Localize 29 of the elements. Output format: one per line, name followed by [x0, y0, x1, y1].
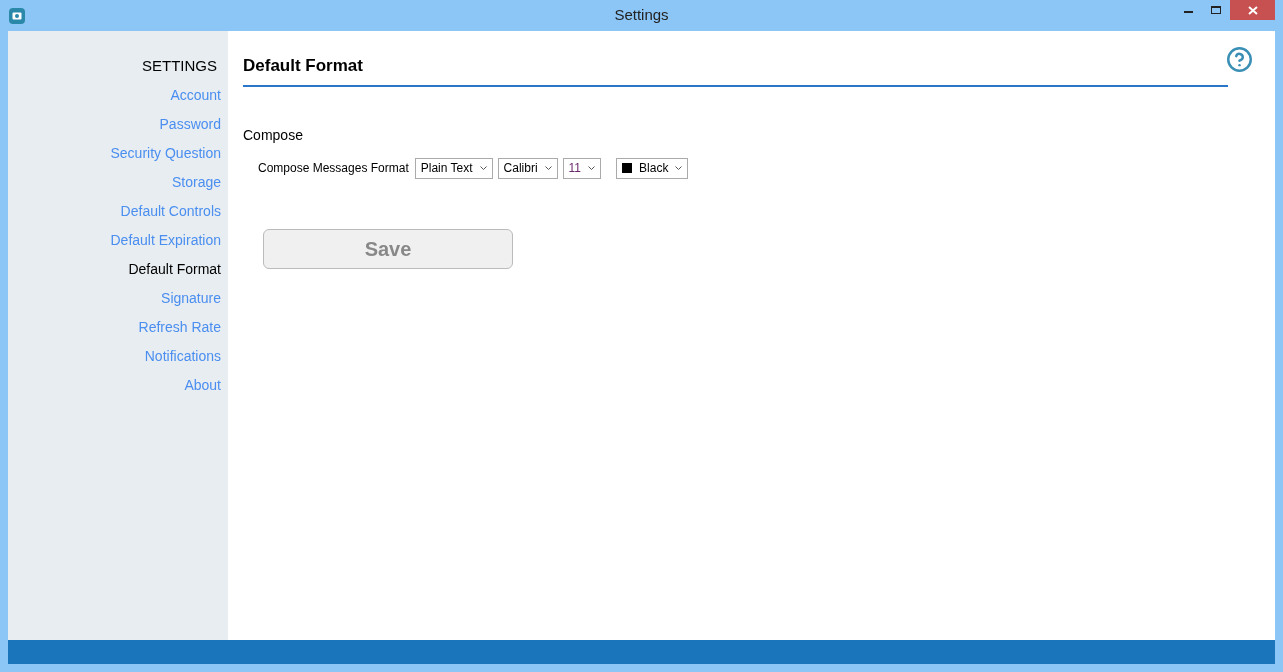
color-swatch-icon: [622, 163, 633, 173]
chevron-down-icon: [544, 165, 552, 171]
sidebar-item[interactable]: Password: [159, 115, 221, 133]
sidebar-item[interactable]: Account: [170, 86, 221, 104]
page-title: Default Format: [243, 55, 364, 77]
dropdown[interactable]: Plain Text: [414, 157, 493, 179]
dropdown[interactable]: Calibri: [497, 157, 558, 179]
chevron-down-icon: [675, 165, 683, 171]
sidebar-item[interactable]: Security Question: [110, 144, 221, 162]
sidebar-item[interactable]: About: [184, 376, 221, 394]
chevron-down-icon: [479, 165, 487, 171]
help-icon[interactable]: [1226, 46, 1253, 73]
chevron-down-icon: [588, 165, 596, 171]
sidebar-item[interactable]: Default Format: [128, 260, 221, 278]
row-label: Compose Messages Format: [258, 159, 409, 177]
dropdown[interactable]: Black: [616, 157, 689, 179]
sidebar-item[interactable]: Refresh Rate: [138, 318, 221, 336]
dropdown[interactable]: 11: [562, 157, 602, 179]
close-button[interactable]: [1230, 0, 1275, 20]
section-heading: Compose: [243, 125, 304, 145]
close-icon: [1247, 5, 1258, 15]
sidebar-item[interactable]: Signature: [161, 289, 221, 307]
app-icon: [9, 7, 25, 24]
sidebar-item[interactable]: Default Expiration: [110, 231, 221, 249]
sidebar-item[interactable]: Notifications: [144, 347, 221, 365]
sidebar-item[interactable]: Storage: [171, 173, 221, 191]
window-title: Settings: [614, 5, 669, 26]
sidebar-heading: SETTINGS: [142, 57, 217, 75]
sidebar-item[interactable]: Default Controls: [120, 202, 221, 220]
